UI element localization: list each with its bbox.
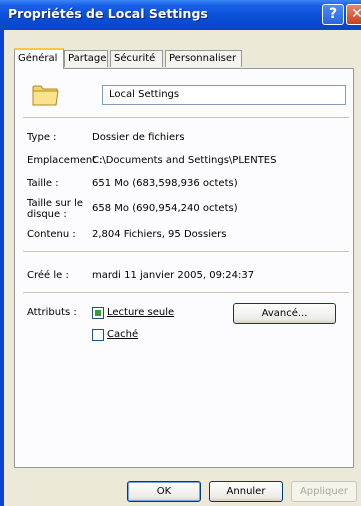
readonly-checkbox[interactable] xyxy=(92,307,104,319)
close-icon: ✕ xyxy=(351,6,361,22)
created-value: mardi 11 janvier 2005, 09:24:37 xyxy=(92,270,255,281)
tab-general[interactable]: Général xyxy=(14,48,64,69)
advanced-button[interactable]: Avancé... xyxy=(233,303,336,324)
cancel-button[interactable]: Annuler xyxy=(209,481,283,502)
type-value: Dossier de fichiers xyxy=(92,132,185,143)
folder-name-input[interactable]: Local Settings xyxy=(102,85,346,105)
folder-icon xyxy=(32,85,59,106)
size-on-disk-label-line1: Taille sur le xyxy=(27,198,84,209)
separator xyxy=(23,117,349,118)
tab-sharing[interactable]: Partage xyxy=(64,50,108,67)
attributes-label: Attributs : xyxy=(27,307,77,318)
dialog-client: Général Partage Sécurité Personnaliser L… xyxy=(4,30,361,506)
apply-button[interactable]: Appliquer xyxy=(291,481,357,502)
help-icon: ? xyxy=(328,6,338,22)
size-value: 651 Mo (683,598,936 octets) xyxy=(92,178,238,189)
separator xyxy=(23,251,349,252)
size-on-disk-value: 658 Mo (690,954,240 octets) xyxy=(92,203,238,214)
properties-window: Propriétés de Local Settings ? ✕ Général… xyxy=(0,0,361,506)
location-value: C:\Documents and Settings\PLENTES xyxy=(92,155,277,166)
tab-customize[interactable]: Personnaliser xyxy=(165,50,242,67)
contents-value: 2,804 Fichiers, 95 Dossiers xyxy=(92,229,227,240)
type-label: Type : xyxy=(27,132,57,143)
separator xyxy=(23,292,349,293)
readonly-label[interactable]: Lecture seule xyxy=(107,307,174,318)
size-on-disk-label-line2: disque : xyxy=(27,209,67,220)
help-button[interactable]: ? xyxy=(322,4,344,25)
created-label: Créé le : xyxy=(27,270,69,281)
contents-label: Contenu : xyxy=(27,229,76,240)
size-label: Taille : xyxy=(27,178,59,189)
general-tab-panel: Local Settings Type : Dossier de fichier… xyxy=(14,68,354,468)
close-button[interactable]: ✕ xyxy=(346,4,361,25)
tab-security[interactable]: Sécurité xyxy=(110,50,163,67)
hidden-label[interactable]: Caché xyxy=(107,329,138,340)
title-bar[interactable]: Propriétés de Local Settings ? ✕ xyxy=(0,0,361,30)
hidden-checkbox[interactable] xyxy=(92,329,104,341)
window-title: Propriétés de Local Settings xyxy=(8,6,208,21)
ok-button[interactable]: OK xyxy=(127,481,201,502)
